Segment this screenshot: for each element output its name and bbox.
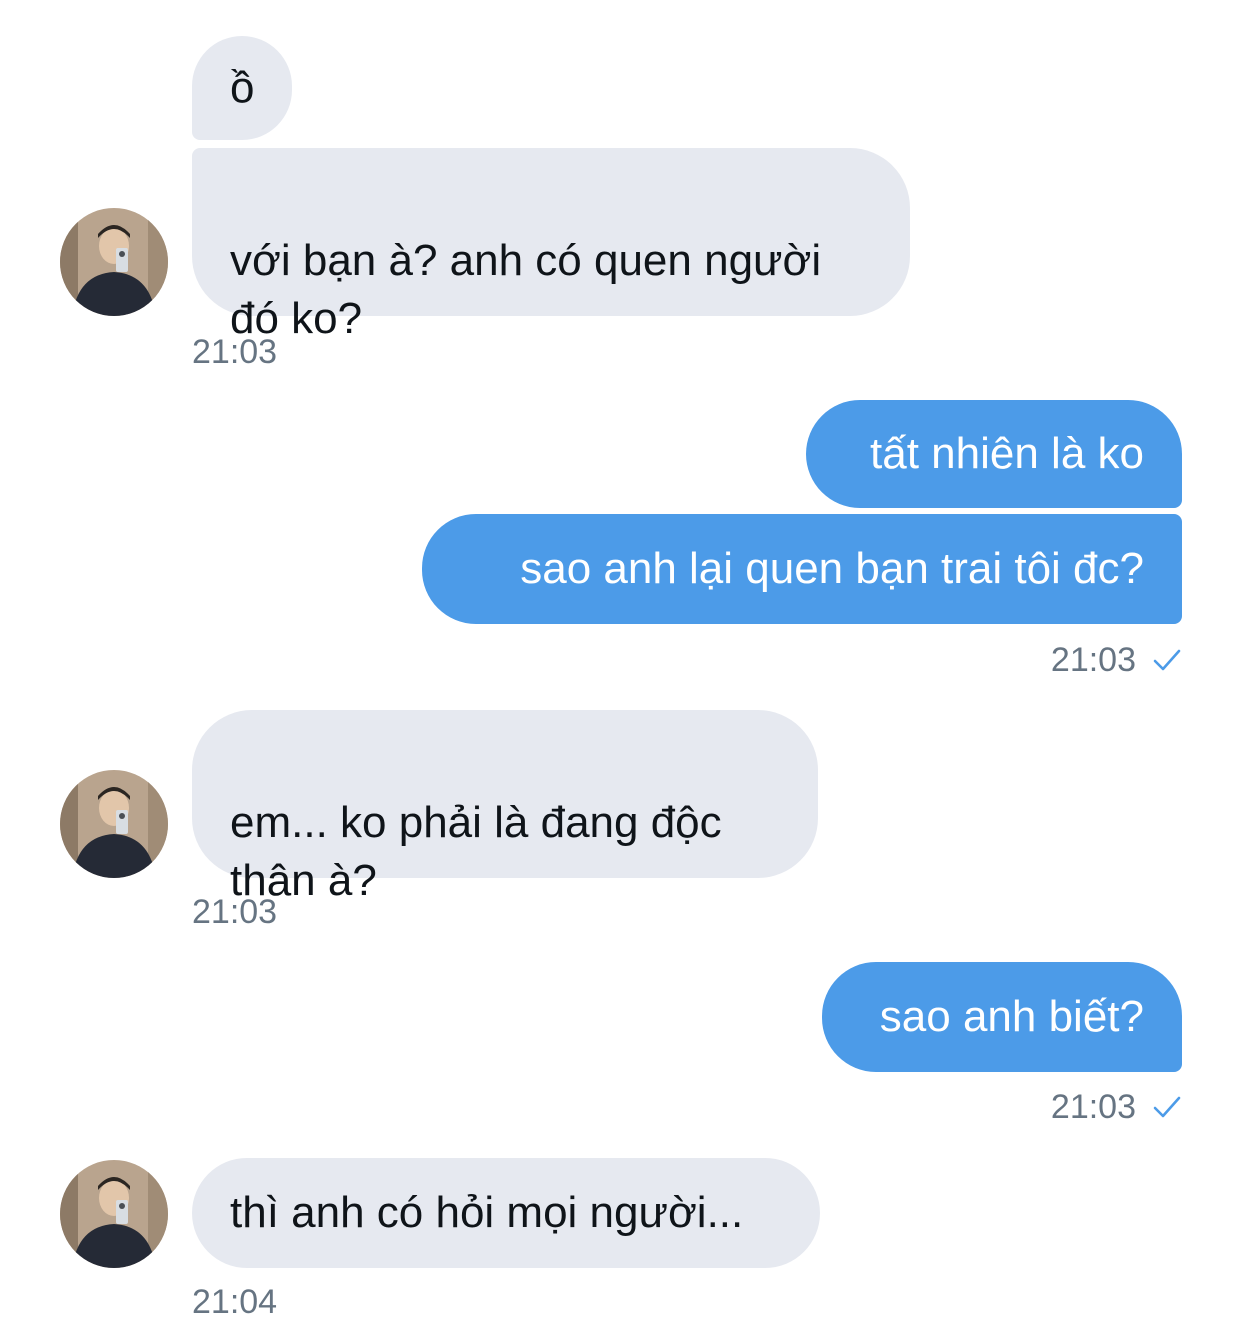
incoming-message-bubble[interactable]: với bạn à? anh có quen người đó ko? xyxy=(192,148,910,343)
avatar-photo xyxy=(60,770,168,878)
message-timestamp-row: 21:03 xyxy=(1051,640,1182,680)
incoming-message-bubble[interactable]: em... ko phải là đang độc thân à? xyxy=(192,710,818,905)
message-text: ồ xyxy=(230,63,255,112)
message-timestamp-row: 21:03 xyxy=(1051,1087,1182,1127)
incoming-message-bubble[interactable]: thì anh có hỏi mọi người... xyxy=(192,1158,820,1268)
contact-avatar[interactable] xyxy=(60,208,168,316)
message-text: em... ko phải là đang độc thân à? xyxy=(230,798,722,905)
message-text: với bạn à? anh có quen người đó ko? xyxy=(230,236,822,343)
message-timestamp: 21:03 xyxy=(192,333,278,371)
contact-avatar[interactable] xyxy=(60,770,168,878)
message-text: tất nhiên là ko xyxy=(870,429,1144,478)
outgoing-message-bubble[interactable]: tất nhiên là ko xyxy=(806,400,1182,508)
outgoing-message-bubble[interactable]: sao anh biết? xyxy=(822,962,1182,1072)
message-timestamp: 21:04 xyxy=(192,1283,278,1321)
avatar-photo xyxy=(60,208,168,316)
message-text: sao anh biết? xyxy=(879,992,1144,1041)
message-text: thì anh có hỏi mọi người... xyxy=(230,1188,744,1237)
message-timestamp: 21:03 xyxy=(192,893,278,931)
check-icon xyxy=(1153,1096,1181,1118)
avatar-photo xyxy=(60,1160,168,1268)
incoming-message-bubble[interactable]: ồ xyxy=(192,36,292,140)
check-icon xyxy=(1153,649,1181,671)
message-timestamp: 21:03 xyxy=(1050,641,1136,679)
contact-avatar[interactable] xyxy=(60,1160,168,1268)
message-text: sao anh lại quen bạn trai tôi đc? xyxy=(520,544,1144,593)
outgoing-message-bubble[interactable]: sao anh lại quen bạn trai tôi đc? xyxy=(422,514,1182,624)
message-timestamp: 21:03 xyxy=(1050,1088,1136,1126)
